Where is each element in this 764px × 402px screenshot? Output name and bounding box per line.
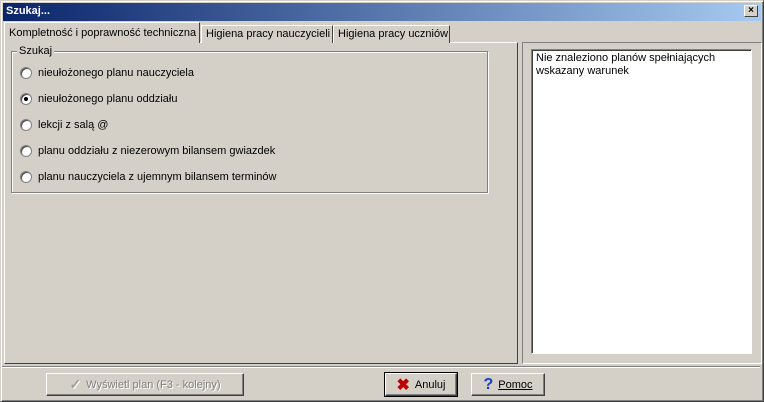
radio-unarranged-class-plan[interactable]: nieułożonego planu oddziału xyxy=(20,91,177,107)
title-bar[interactable]: Szukaj... × xyxy=(3,3,761,21)
radio-class-plan-stars[interactable]: planu oddziału z niezerowym bilansem gwi… xyxy=(20,143,275,159)
radio-label: nieułożonego planu oddziału xyxy=(38,93,178,105)
tab-student-hygiene[interactable]: Higiena pracy uczniów xyxy=(333,25,450,43)
radio-teacher-plan-terms[interactable]: planu nauczyciela z ujemnym bilansem ter… xyxy=(20,169,276,185)
x-icon: ✖ xyxy=(396,376,410,394)
close-icon: × xyxy=(748,5,754,16)
show-plan-button[interactable]: ✓ Wyświetl plan (F3 - kolejny) xyxy=(46,373,244,396)
radio-label: nieułożonego planu nauczyciela xyxy=(38,67,194,79)
button-label: Wyświetl plan (F3 - kolejny) xyxy=(86,378,221,391)
radio-button-checked[interactable] xyxy=(20,93,32,105)
window-title: Szukaj... xyxy=(6,5,51,17)
radio-button[interactable] xyxy=(20,119,32,131)
radio-label: lekcji z salą @ xyxy=(38,119,109,131)
cancel-button[interactable]: ✖ Anuluj xyxy=(384,372,458,397)
radio-label: planu oddziału z niezerowym bilansem gwi… xyxy=(38,145,276,157)
check-icon: ✓ xyxy=(69,376,82,392)
radio-label: planu nauczyciela z ujemnym bilansem ter… xyxy=(38,171,277,183)
separator xyxy=(2,366,760,368)
radio-button[interactable] xyxy=(20,171,32,183)
group-label: Szukaj xyxy=(17,45,55,57)
radio-button[interactable] xyxy=(20,145,32,157)
button-label: Pomoc xyxy=(498,378,533,391)
tab-label: Higiena pracy nauczycieli xyxy=(206,28,331,40)
radio-unarranged-teacher-plan[interactable]: nieułożonego planu nauczyciela xyxy=(20,65,194,81)
radio-lesson-with-room[interactable]: lekcji z salą @ xyxy=(20,117,108,133)
help-button[interactable]: ? Pomoc xyxy=(471,373,545,396)
tab-label: Higiena pracy uczniów xyxy=(338,28,449,40)
tab-teacher-hygiene[interactable]: Higiena pracy nauczycieli xyxy=(201,25,333,43)
tab-label: Kompletność i poprawność techniczna xyxy=(9,27,197,39)
result-text-box[interactable]: Nie znaleziono planów spełniających wska… xyxy=(531,49,752,354)
question-icon: ? xyxy=(483,375,494,393)
tab-completeness[interactable]: Kompletność i poprawność techniczna xyxy=(4,22,200,43)
button-label: Anuluj xyxy=(414,378,446,391)
radio-button[interactable] xyxy=(20,67,32,79)
close-button[interactable]: × xyxy=(744,5,758,17)
